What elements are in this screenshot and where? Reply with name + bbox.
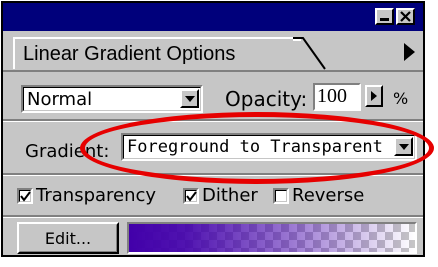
- reverse-checkbox[interactable]: Reverse: [273, 185, 364, 206]
- bottom-row: Edit...: [3, 218, 423, 258]
- checkmark-icon: [186, 190, 197, 202]
- blend-mode-value: Normal: [27, 89, 93, 110]
- checkmark-icon: [20, 190, 31, 202]
- reverse-label: Reverse: [292, 185, 365, 206]
- divider: [3, 215, 423, 218]
- close-button[interactable]: [396, 8, 415, 25]
- transparency-label: Transparency: [36, 185, 157, 206]
- options-row: Transparency Dither Reverse: [3, 181, 423, 213]
- gradient-preview[interactable]: [127, 222, 417, 254]
- gradient-select[interactable]: Foreground to Transparent: [121, 133, 417, 161]
- opacity-input[interactable]: 100: [313, 83, 361, 111]
- percent-symbol: %: [393, 89, 409, 108]
- minimize-icon: [380, 12, 389, 21]
- linear-gradient-palette: Linear Gradient Options Normal Opacity: …: [1, 1, 425, 257]
- dither-checkbox[interactable]: Dither: [183, 185, 258, 206]
- edit-button[interactable]: Edit...: [17, 222, 119, 254]
- divider: [3, 119, 423, 122]
- dither-label: Dither: [202, 185, 258, 206]
- gradient-label: Gradient:: [25, 141, 110, 162]
- gradient-dropdown-button[interactable]: [394, 137, 413, 156]
- gradient-value: Foreground to Transparent: [127, 137, 383, 157]
- opacity-slider-arrow-icon: [371, 91, 377, 101]
- opacity-value: 100: [317, 85, 347, 107]
- blend-row: Normal Opacity: 100 %: [3, 75, 423, 117]
- blend-mode-select[interactable]: Normal: [21, 85, 203, 113]
- minimize-button[interactable]: [375, 8, 394, 25]
- palette-menu-arrow-icon[interactable]: [404, 43, 415, 61]
- close-icon: [400, 11, 411, 22]
- tab-divider: [3, 70, 423, 72]
- opacity-slider-button[interactable]: [365, 85, 383, 107]
- dropdown-arrow-icon: [399, 144, 409, 150]
- tab-row: Linear Gradient Options: [3, 31, 423, 71]
- tab-label: Linear Gradient Options: [23, 43, 236, 65]
- tab-linear-gradient-options[interactable]: Linear Gradient Options: [13, 37, 303, 69]
- blend-mode-dropdown-button[interactable]: [180, 89, 199, 108]
- palette-titlebar[interactable]: [3, 3, 423, 31]
- opacity-label: Opacity:: [225, 87, 308, 111]
- divider: [3, 173, 423, 176]
- transparency-checkbox[interactable]: Transparency: [17, 185, 156, 206]
- dropdown-arrow-icon: [185, 96, 195, 102]
- tab-edge: [293, 37, 326, 70]
